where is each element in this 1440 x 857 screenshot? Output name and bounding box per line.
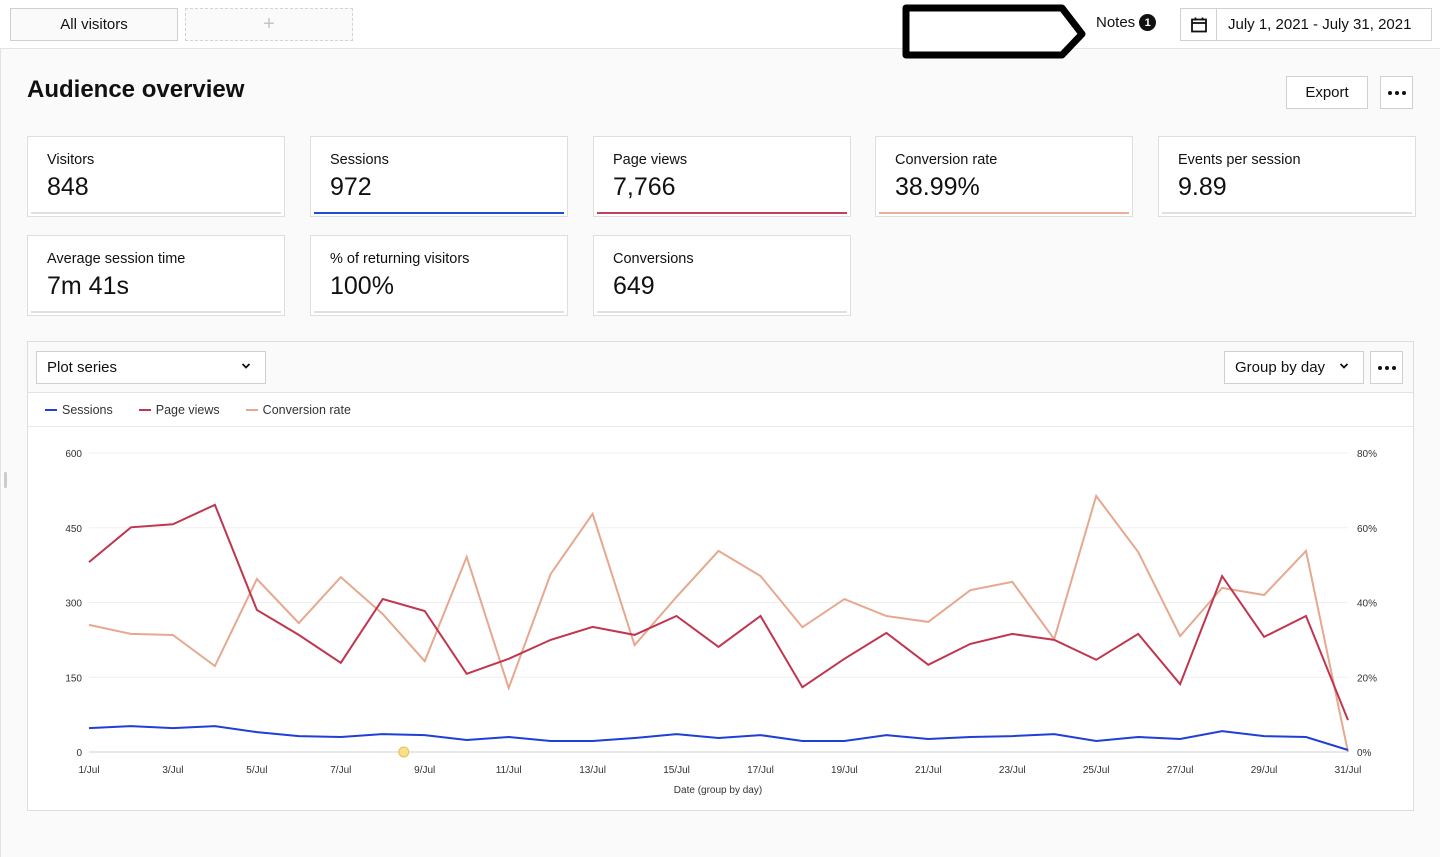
chart-panel: Plot series Group by day Sessions Page v… — [27, 341, 1414, 811]
notes-count-badge: 1 — [1139, 14, 1157, 31]
metric-card-conversions[interactable]: Conversions 649 — [593, 235, 851, 316]
metric-accent-bar — [597, 212, 847, 214]
metric-label: Sessions — [330, 152, 389, 168]
metric-accent-bar — [314, 212, 564, 214]
metric-label: Average session time — [47, 251, 186, 267]
plot-series-label: Plot series — [47, 359, 118, 376]
metric-accent-bar — [314, 311, 564, 313]
group-by-dropdown[interactable]: Group by day — [1224, 351, 1364, 384]
metric-card-events-per-session[interactable]: Events per session 9.89 — [1158, 136, 1416, 217]
metric-label: Events per session — [1178, 152, 1301, 168]
chevron-down-icon — [241, 361, 251, 373]
calendar-icon — [1181, 9, 1217, 40]
metric-value: 100% — [330, 272, 394, 300]
sidebar-resize-handle[interactable] — [4, 472, 7, 488]
notes-button[interactable]: Notes 1 — [1096, 14, 1157, 31]
segment-all-visitors-button[interactable]: All visitors — [10, 8, 178, 41]
metric-card-page-views[interactable]: Page views 7,766 — [593, 136, 851, 217]
redaction-shape — [902, 4, 1086, 59]
metric-accent-bar — [597, 311, 847, 313]
metric-accent-bar — [31, 311, 281, 313]
metric-card-visitors[interactable]: Visitors 848 — [27, 136, 285, 217]
metric-value: 7m 41s — [47, 272, 129, 300]
metric-value: 972 — [330, 173, 372, 201]
legend-item-sessions[interactable]: Sessions — [45, 403, 113, 417]
chevron-down-icon — [1339, 361, 1349, 373]
metric-card-conversion-rate[interactable]: Conversion rate 38.99% — [875, 136, 1133, 217]
metric-accent-bar — [31, 212, 281, 214]
metric-label: Conversions — [613, 251, 694, 267]
plus-icon: + — [263, 13, 275, 35]
metric-label: Conversion rate — [895, 152, 998, 168]
metric-label: Visitors — [47, 152, 95, 168]
date-range-text: July 1, 2021 - July 31, 2021 — [1228, 16, 1412, 33]
page-title: Audience overview — [27, 76, 245, 103]
more-icon — [1377, 365, 1396, 370]
legend-swatch — [245, 408, 258, 411]
legend-label: Sessions — [62, 402, 113, 417]
metric-label: Page views — [613, 152, 688, 168]
chart-more-options-button[interactable] — [1370, 351, 1403, 384]
metric-label: % of returning visitors — [330, 251, 470, 267]
metric-value: 9.89 — [1178, 173, 1227, 201]
metric-value: 848 — [47, 173, 89, 201]
legend-item-page-views[interactable]: Page views — [138, 402, 220, 417]
date-range-picker[interactable]: July 1, 2021 - July 31, 2021 — [1180, 8, 1432, 41]
legend-label: Conversion rate — [262, 402, 351, 417]
metric-accent-bar — [879, 212, 1129, 214]
legend-swatch — [138, 408, 151, 411]
legend-item-conversion-rate[interactable]: Conversion rate — [245, 402, 351, 417]
left-divider — [0, 49, 1, 857]
page-more-options-button[interactable] — [1380, 76, 1413, 109]
legend-label: Page views — [155, 402, 220, 417]
group-by-label: Group by day — [1235, 359, 1326, 376]
metric-accent-bar — [1162, 212, 1412, 214]
metric-value: 649 — [613, 272, 655, 300]
chart-toolbar: Plot series Group by day — [28, 342, 1413, 393]
metric-card-sessions[interactable]: Sessions 972 — [310, 136, 568, 217]
plot-series-dropdown[interactable]: Plot series — [36, 351, 266, 384]
notes-label: Notes — [1096, 14, 1136, 31]
chart-legend: Sessions Page views Conversion rate — [28, 393, 1413, 427]
metric-card-average-session-time[interactable]: Average session time 7m 41s — [27, 235, 285, 316]
export-button[interactable]: Export — [1286, 76, 1368, 109]
legend-swatch — [45, 408, 57, 411]
more-icon — [1387, 90, 1406, 95]
add-segment-button[interactable]: + — [185, 8, 353, 41]
metric-card-returning-visitors[interactable]: % of returning visitors 100% — [310, 235, 568, 316]
top-bar: All visitors + Notes 1 July 1, 2021 - Ju… — [0, 0, 1440, 59]
metric-value: 38.99% — [895, 173, 980, 201]
metric-value: 7,766 — [613, 173, 676, 201]
